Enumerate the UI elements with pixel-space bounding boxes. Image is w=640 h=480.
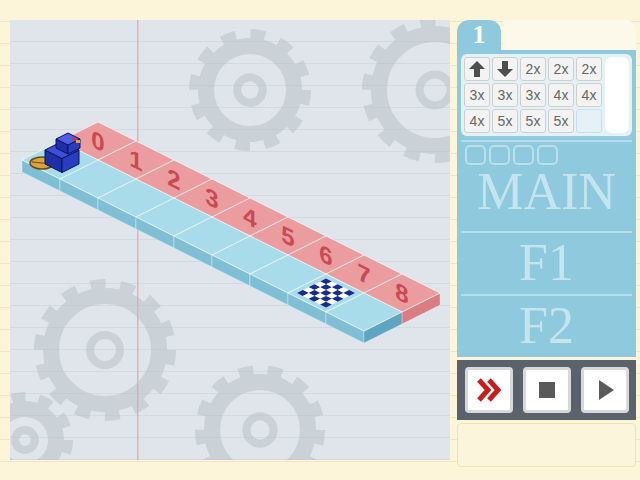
command-tile[interactable]: 4x [548, 83, 574, 107]
repeat-label: 5x [498, 113, 513, 129]
command-palette: 2x 2x 2x 3x 3x 3x 4x 4x 4x 5x 5x 5x [461, 54, 632, 136]
tab-strip [503, 20, 636, 50]
gear-icon [369, 24, 450, 156]
command-tile[interactable]: 2x [520, 57, 546, 81]
tab-row: 1 [457, 20, 636, 50]
gear-icon [196, 36, 304, 144]
message-box [457, 423, 636, 467]
play-button[interactable] [581, 367, 629, 413]
procedure-area[interactable]: F1 [461, 231, 632, 294]
repeat-label: 2x [526, 61, 541, 77]
stop-icon [532, 375, 562, 405]
command-tile[interactable] [464, 57, 490, 81]
repeat-label: 2x [554, 61, 569, 77]
stop-button[interactable] [523, 367, 571, 413]
fast-forward-icon [474, 375, 504, 405]
program-slot[interactable] [513, 145, 534, 165]
command-tile[interactable] [492, 57, 518, 81]
tile-number: 3 [205, 181, 218, 214]
repeat-label: 3x [470, 87, 485, 103]
floor-tile [326, 293, 402, 343]
game-board: 012345678 [10, 20, 450, 460]
gear-icon [41, 286, 169, 414]
robot [30, 133, 80, 173]
palette-scrollbar[interactable] [605, 57, 629, 133]
repeat-label: 4x [554, 87, 569, 103]
board-canvas: 012345678 [10, 20, 450, 460]
procedure-label: F1 [515, 236, 578, 291]
command-tile[interactable]: 2x [576, 57, 602, 81]
procedure-area[interactable]: F2 [461, 294, 632, 357]
command-tile[interactable]: 3x [520, 83, 546, 107]
level-tab[interactable]: 1 [457, 20, 501, 50]
tile-number: 7 [357, 257, 370, 290]
command-tile[interactable]: 5x [520, 109, 546, 133]
repeat-label: 4x [582, 87, 597, 103]
command-tile[interactable]: 3x [492, 83, 518, 107]
command-tile[interactable]: 5x [548, 109, 574, 133]
slot-row [465, 145, 558, 165]
control-bar [457, 360, 636, 420]
procedure-area[interactable]: MAIN [461, 140, 632, 231]
gear-icon [202, 372, 318, 460]
play-icon [590, 375, 620, 405]
program-panel: 2x 2x 2x 3x 3x 3x 4x 4x 4x 5x 5x 5x MAIN F1 F2 [457, 50, 636, 357]
side-panel: 1 2x 2x 2x 3x 3x 3x 4x 4x 4x 5x 5x 5x MAIN F1 F2 [457, 20, 636, 467]
repeat-label: 5x [526, 113, 541, 129]
tile-number: 6 [319, 238, 332, 271]
tile-number: 5 [281, 219, 294, 252]
tile-number: 4 [243, 200, 257, 233]
tile-number: 1 [129, 143, 142, 176]
tile-number: 0 [91, 124, 104, 157]
procedure-label: MAIN [473, 165, 620, 220]
tile-number: 2 [167, 162, 180, 195]
command-tile[interactable]: 4x [464, 109, 490, 133]
repeat-label: 3x [498, 87, 513, 103]
command-tile[interactable]: 4x [576, 83, 602, 107]
tile-number: 8 [395, 276, 408, 309]
repeat-label: 3x [526, 87, 541, 103]
command-tile[interactable]: 5x [492, 109, 518, 133]
repeat-label: 2x [582, 61, 597, 77]
gear-icon [10, 399, 66, 460]
command-tile[interactable]: 3x [464, 83, 490, 107]
repeat-label: 5x [554, 113, 569, 129]
command-tile[interactable]: 2x [548, 57, 574, 81]
program-slot[interactable] [537, 145, 558, 165]
arrow-up-icon [468, 60, 486, 78]
procedure-label: F2 [515, 299, 578, 354]
program-slot[interactable] [489, 145, 510, 165]
repeat-label: 4x [470, 113, 485, 129]
empty-slot [576, 109, 602, 133]
arrow-down-icon [496, 60, 514, 78]
palette-grid: 2x 2x 2x 3x 3x 3x 4x 4x 4x 5x 5x 5x [464, 57, 602, 133]
fast-forward-button[interactable] [465, 367, 513, 413]
program-slot[interactable] [465, 145, 486, 165]
